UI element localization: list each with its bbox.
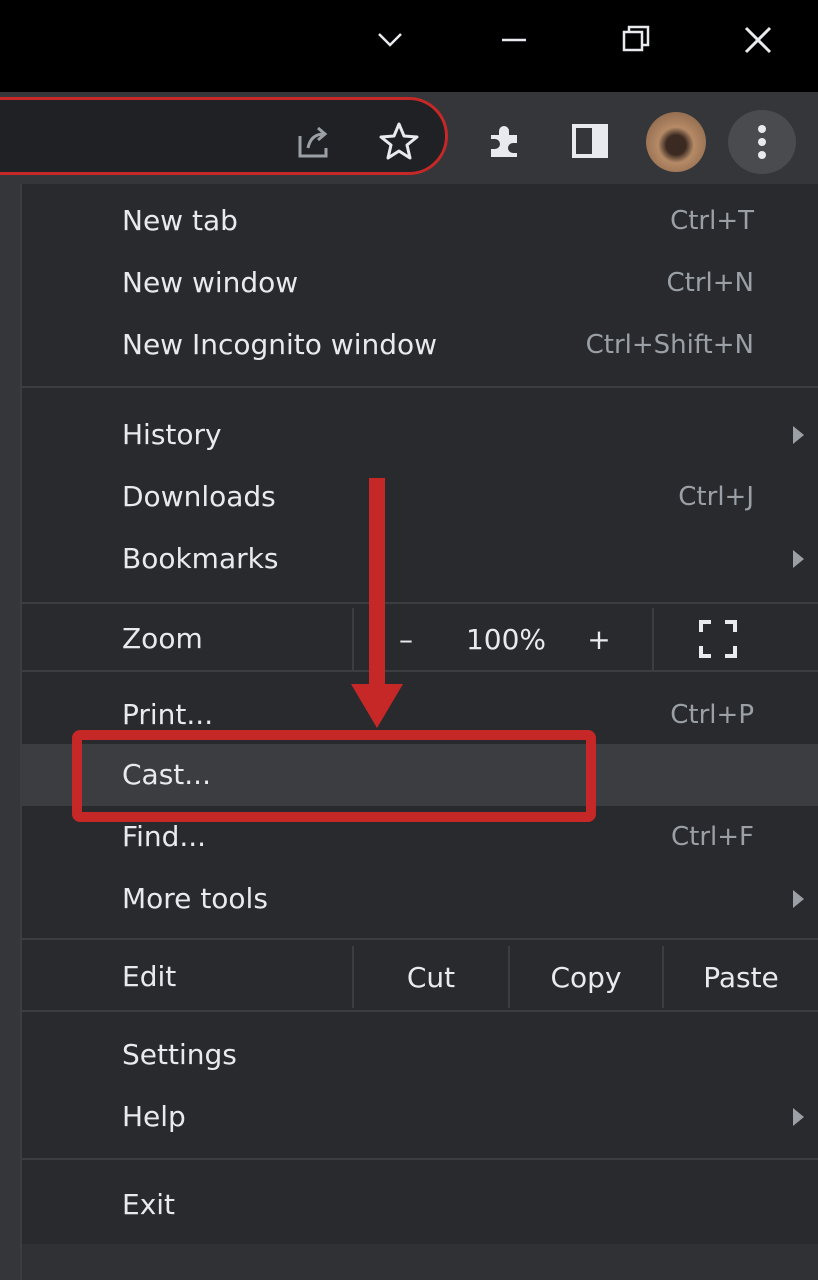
menu-item-edit: Edit Cut Copy Paste (22, 946, 818, 1008)
close-icon (744, 26, 772, 54)
tab-search-button[interactable] (360, 14, 420, 66)
menu-item-new-window[interactable]: New window Ctrl+N (22, 252, 818, 314)
menu-item-new-incognito[interactable]: New Incognito window Ctrl+Shift+N (22, 314, 818, 376)
restore-icon (622, 25, 650, 52)
menu-item-shortcut: Ctrl+F (670, 822, 754, 852)
paste-button[interactable]: Paste (664, 946, 818, 1008)
menu-item-help[interactable]: Help (22, 1086, 818, 1148)
zoom-divider (652, 608, 654, 670)
menu-separator (22, 938, 818, 940)
share-icon[interactable] (290, 118, 338, 166)
menu-item-exit[interactable]: Exit (22, 1174, 818, 1236)
menu-item-shortcut: Ctrl+P (670, 700, 754, 730)
menu-item-label: New window (122, 266, 299, 299)
zoom-value: 100% (465, 622, 547, 656)
menu-item-label: Downloads (122, 480, 276, 513)
minimize-icon (502, 38, 526, 42)
menu-item-label: Edit (122, 960, 177, 993)
annotation-arrow-head (351, 684, 403, 728)
menu-separator (22, 1010, 818, 1012)
side-panel-icon[interactable] (565, 116, 615, 166)
menu-item-label: New tab (122, 204, 238, 237)
submenu-arrow-icon (793, 550, 804, 568)
menu-item-label: History (122, 418, 222, 451)
extensions-icon[interactable] (480, 116, 530, 166)
menu-item-shortcut: Ctrl+T (670, 206, 754, 236)
page-left-edge (0, 184, 22, 1280)
menu-item-label: New Incognito window (122, 328, 438, 361)
menu-item-label: Help (122, 1100, 186, 1133)
cut-button[interactable]: Cut (354, 946, 508, 1008)
title-bar (0, 0, 818, 92)
fullscreen-icon (699, 620, 737, 658)
menu-item-more-tools[interactable]: More tools (22, 868, 818, 930)
menu-separator (22, 670, 818, 672)
menu-item-downloads[interactable]: Downloads Ctrl+J (22, 466, 818, 528)
minimize-button[interactable] (484, 14, 544, 66)
submenu-arrow-icon (793, 890, 804, 908)
menu-item-settings[interactable]: Settings (22, 1024, 818, 1086)
menu-item-bookmarks[interactable]: Bookmarks (22, 528, 818, 590)
annotation-arrow-shaft (369, 478, 385, 688)
menu-item-label: Bookmarks (122, 542, 279, 575)
chevron-down-icon (378, 33, 402, 47)
profile-avatar[interactable] (646, 112, 706, 172)
menu-separator (22, 602, 818, 604)
menu-separator (22, 386, 818, 388)
menu-item-shortcut: Ctrl+J (678, 482, 754, 512)
more-menu-button[interactable] (728, 110, 796, 174)
menu-item-shortcut: Ctrl+Shift+N (585, 330, 754, 360)
fullscreen-button[interactable] (698, 619, 738, 659)
restore-button[interactable] (606, 14, 666, 66)
menu-bottom-edge (22, 1244, 818, 1280)
more-vertical-icon (758, 125, 766, 159)
annotation-highlight-box (72, 730, 596, 822)
zoom-in-button[interactable]: + (566, 608, 632, 670)
bookmark-star-icon[interactable] (374, 116, 424, 166)
menu-item-label: More tools (122, 882, 268, 915)
menu-item-label: Exit (122, 1188, 176, 1221)
submenu-arrow-icon (793, 1108, 804, 1126)
menu-item-shortcut: Ctrl+N (666, 268, 755, 298)
menu-item-history[interactable]: History (22, 404, 818, 466)
menu-item-label: Settings (122, 1038, 237, 1071)
close-button[interactable] (728, 14, 788, 66)
zoom-divider (352, 608, 354, 670)
submenu-arrow-icon (793, 426, 804, 444)
menu-item-label: Zoom (122, 622, 203, 655)
menu-separator (22, 1158, 818, 1160)
menu-item-zoom: Zoom – 100% + (22, 608, 818, 670)
copy-button[interactable]: Copy (510, 946, 662, 1008)
menu-item-new-tab[interactable]: New tab Ctrl+T (22, 190, 818, 252)
